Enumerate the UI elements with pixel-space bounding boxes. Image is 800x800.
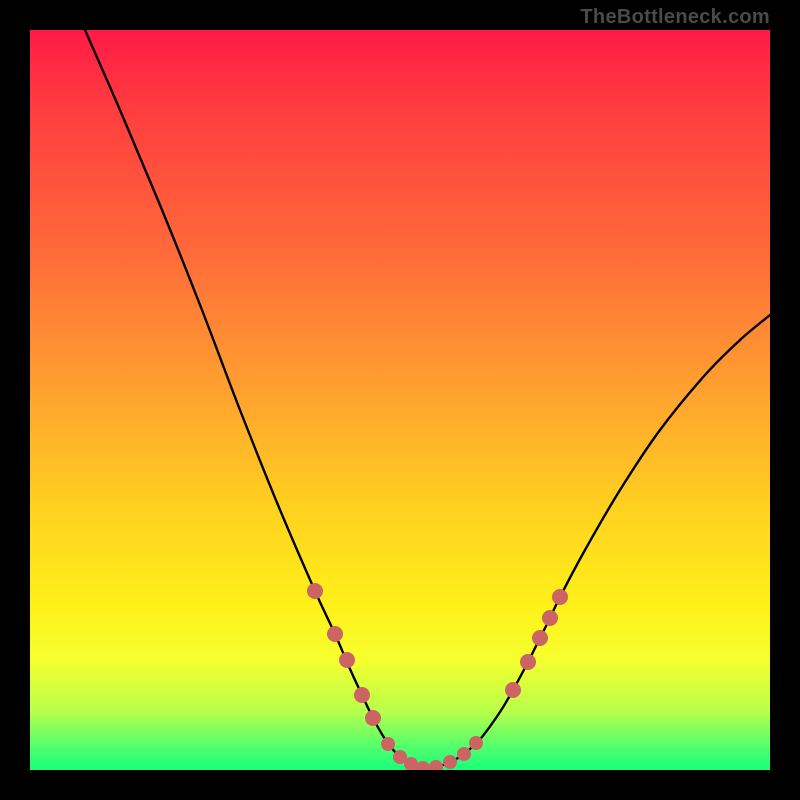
plot-area bbox=[30, 30, 770, 770]
curve-marker bbox=[416, 761, 430, 770]
curve-marker bbox=[552, 589, 568, 605]
curve-marker bbox=[381, 737, 395, 751]
curve-marker bbox=[354, 687, 370, 703]
chart-frame: TheBottleneck.com bbox=[0, 0, 800, 800]
curve-marker bbox=[505, 682, 521, 698]
curve-marker bbox=[457, 747, 471, 761]
curve-marker bbox=[339, 652, 355, 668]
marker-group bbox=[307, 583, 568, 770]
curve-marker bbox=[542, 610, 558, 626]
curve-marker bbox=[532, 630, 548, 646]
credit-label: TheBottleneck.com bbox=[580, 6, 770, 29]
curve-marker bbox=[469, 736, 483, 750]
curve-marker bbox=[443, 755, 457, 769]
bottleneck-curve bbox=[85, 30, 770, 768]
curve-marker bbox=[327, 626, 343, 642]
curve-marker bbox=[307, 583, 323, 599]
curve-marker bbox=[520, 654, 536, 670]
curve-svg bbox=[30, 30, 770, 770]
curve-marker bbox=[365, 710, 381, 726]
curve-marker bbox=[429, 760, 443, 770]
